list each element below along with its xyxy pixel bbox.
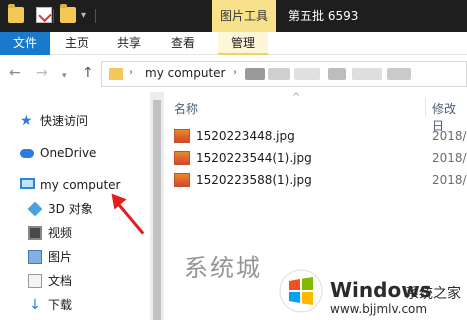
redacted-breadcrumb — [268, 68, 290, 80]
image-file-icon — [174, 151, 190, 165]
forward-arrow-icon[interactable]: → — [36, 65, 48, 81]
tab-view[interactable]: 查看 — [162, 32, 204, 55]
file-name: 1520223588(1).jpg — [196, 173, 312, 187]
navigation-pane: ★ 快速访问 OneDrive my computer 3D 对象 视频 图片 … — [0, 92, 150, 320]
tab-home[interactable]: 主页 — [56, 32, 98, 55]
redacted-breadcrumb — [387, 68, 411, 80]
file-row[interactable]: 1520223544(1).jpg 2018/ — [164, 148, 467, 168]
quick-access-dropdown-icon[interactable]: ▾ — [81, 10, 86, 21]
sort-caret-icon: ^ — [292, 92, 301, 103]
file-row[interactable]: 1520223448.jpg 2018/ — [164, 126, 467, 146]
folder-icon — [109, 68, 123, 80]
up-arrow-icon[interactable]: ↑ — [82, 65, 94, 81]
sidebar-item-label: 文档 — [48, 274, 73, 288]
redacted-breadcrumb — [294, 68, 320, 80]
divider — [95, 9, 96, 23]
file-name: 1520223544(1).jpg — [196, 151, 312, 165]
video-icon — [28, 226, 42, 240]
tab-share[interactable]: 共享 — [108, 32, 150, 55]
picture-tools-context-tab[interactable]: 图片工具 — [212, 0, 276, 32]
column-divider[interactable] — [425, 98, 426, 116]
recent-locations-icon[interactable]: ▾ — [62, 68, 67, 84]
redacted-breadcrumb — [245, 68, 265, 80]
breadcrumb-my-computer[interactable]: my computer — [145, 66, 225, 80]
redacted-breadcrumb — [328, 68, 346, 80]
title-bar: ▾ 图片工具 第五批 6593 — [0, 0, 467, 32]
divider — [53, 9, 54, 23]
sidebar-item-label: OneDrive — [40, 146, 97, 160]
computer-icon — [20, 178, 35, 189]
file-date: 2018/ — [432, 151, 467, 165]
address-toolbar: ← → ▾ ↑ › my computer › — [0, 56, 467, 92]
document-icon — [28, 274, 42, 288]
chevron-right-icon[interactable]: › — [129, 67, 133, 78]
chevron-right-icon[interactable]: › — [233, 67, 237, 78]
navigation-scrollbar[interactable] — [150, 92, 164, 320]
sidebar-item-label: 3D 对象 — [48, 202, 93, 216]
file-date: 2018/ — [432, 173, 467, 187]
file-date: 2018/ — [432, 129, 467, 143]
file-row[interactable]: 1520223588(1).jpg 2018/ — [164, 170, 467, 190]
windows-logo-icon — [279, 269, 323, 313]
sidebar-item-label: 视频 — [48, 226, 73, 240]
pictures-icon — [28, 250, 42, 264]
tab-manage[interactable]: 管理 — [218, 32, 268, 55]
file-name: 1520223448.jpg — [196, 129, 295, 143]
address-bar[interactable]: › my computer › — [101, 61, 467, 87]
properties-icon[interactable] — [36, 7, 52, 23]
folder-icon[interactable] — [8, 4, 24, 23]
star-icon: ★ — [20, 113, 33, 129]
cloud-icon — [20, 149, 34, 158]
watermark-brand-suffix: 系统之家 — [405, 286, 461, 302]
image-file-icon — [174, 173, 190, 187]
watermark-url: www.bjjmlv.com — [330, 302, 428, 316]
scrollbar-thumb[interactable] — [153, 100, 161, 320]
new-folder-icon[interactable] — [60, 4, 76, 23]
cube-icon — [27, 201, 43, 217]
sidebar-item-label: 下载 — [48, 298, 73, 312]
window-title: 第五批 6593 — [288, 9, 359, 23]
tab-file[interactable]: 文件 — [0, 32, 50, 55]
watermark-text: 系统城 — [184, 254, 262, 282]
image-file-icon — [174, 129, 190, 143]
download-icon: ↓ — [29, 297, 41, 313]
back-arrow-icon[interactable]: ← — [9, 65, 21, 81]
ribbon-tabs: 文件 主页 共享 查看 管理 — [0, 32, 467, 55]
redacted-breadcrumb — [352, 68, 382, 80]
sidebar-item-label: 快速访问 — [40, 114, 89, 128]
sidebar-item-label: 图片 — [48, 250, 73, 264]
sidebar-item-label: my computer — [40, 178, 121, 192]
column-header-name[interactable]: 名称 — [174, 100, 198, 117]
